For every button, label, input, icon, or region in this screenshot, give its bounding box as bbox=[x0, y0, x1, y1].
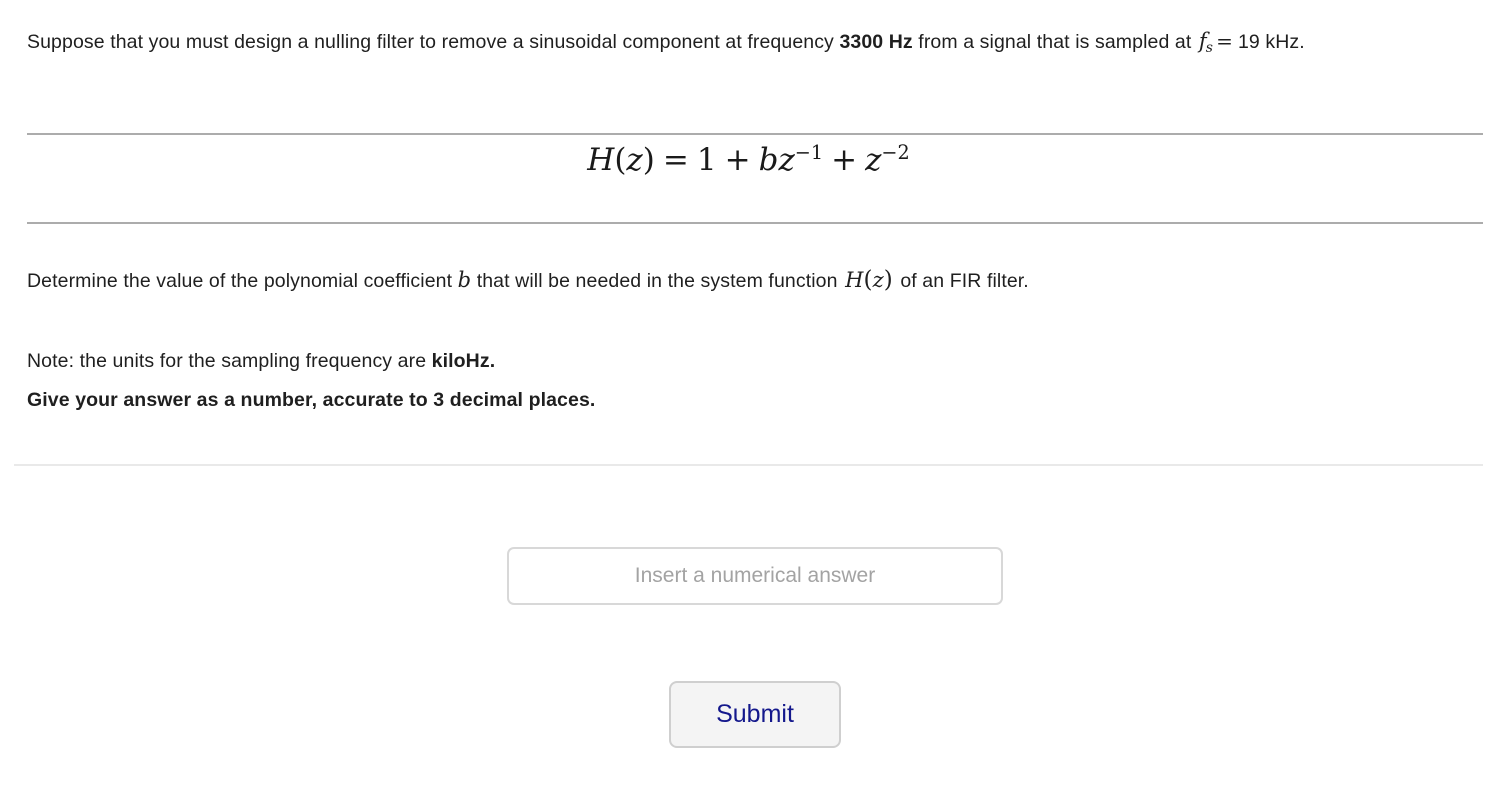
question-intro-paragraph: Suppose that you must design a nulling f… bbox=[27, 22, 1469, 68]
inline-open-paren: ( bbox=[863, 267, 873, 293]
divider-above-answer-area bbox=[14, 464, 1483, 466]
equation-H: H bbox=[587, 142, 615, 179]
numerical-answer-input[interactable] bbox=[507, 547, 1003, 605]
inline-H-symbol: H bbox=[845, 268, 864, 292]
equation-z-arg: z bbox=[626, 142, 643, 179]
note-line-2: Give your answer as a number, accurate t… bbox=[27, 389, 596, 411]
equation-plus-2: + bbox=[831, 142, 858, 179]
inline-system-function: H(z) bbox=[843, 267, 895, 293]
equation-z-second: z bbox=[865, 142, 882, 179]
determine-text-part-1: Determine the value of the polynomial co… bbox=[27, 270, 458, 292]
note-units-bold: kiloHz. bbox=[431, 350, 496, 372]
determine-paragraph: Determine the value of the polynomial co… bbox=[27, 261, 1472, 301]
note-line-1: Note: the units for the sampling frequen… bbox=[27, 342, 1127, 381]
equation-open-paren: ( bbox=[614, 142, 627, 179]
equation-plus-1: + bbox=[724, 142, 751, 179]
divider-below-equation bbox=[27, 222, 1483, 224]
fs-subscript: s bbox=[1205, 39, 1214, 56]
determine-text-part-2: that will be needed in the system functi… bbox=[471, 270, 844, 292]
equation-close-paren: ) bbox=[642, 142, 655, 179]
submit-button[interactable]: Submit bbox=[669, 681, 841, 748]
system-function-equation: H(z) = 1 + bz−1 + z−2 bbox=[587, 143, 909, 176]
sampling-frequency-math: fs = bbox=[1197, 29, 1238, 56]
equation-exponent-minus-one: −1 bbox=[794, 141, 824, 164]
inline-close-paren: ) bbox=[883, 267, 893, 293]
determine-text-part-3: of an FIR filter. bbox=[894, 270, 1029, 292]
note-block: Note: the units for the sampling frequen… bbox=[27, 342, 1127, 420]
equation-term-one: 1 bbox=[696, 142, 717, 179]
note-text-part-1: Note: the units for the sampling frequen… bbox=[27, 350, 432, 372]
divider-above-equation bbox=[27, 133, 1483, 135]
inline-z-symbol: z bbox=[872, 268, 884, 292]
equation-coefficient-b: b bbox=[758, 142, 779, 179]
question-page: Suppose that you must design a nulling f… bbox=[0, 0, 1497, 804]
equation-exponent-minus-two: −2 bbox=[881, 141, 910, 164]
equation-z-first: z bbox=[778, 142, 795, 179]
sampling-rate-value: 19 kHz. bbox=[1237, 31, 1305, 53]
intro-text-part-2: from a signal that is sampled at bbox=[912, 31, 1197, 53]
inline-coefficient-b: b bbox=[457, 268, 472, 292]
equation-equals: = bbox=[662, 142, 689, 179]
equation-row: H(z) = 1 + bz−1 + z−2 bbox=[0, 143, 1497, 176]
intro-text-part-1: Suppose that you must design a nulling f… bbox=[27, 31, 840, 53]
target-frequency-bold: 3300 Hz bbox=[839, 31, 913, 53]
equals-sign: = bbox=[1216, 29, 1233, 53]
